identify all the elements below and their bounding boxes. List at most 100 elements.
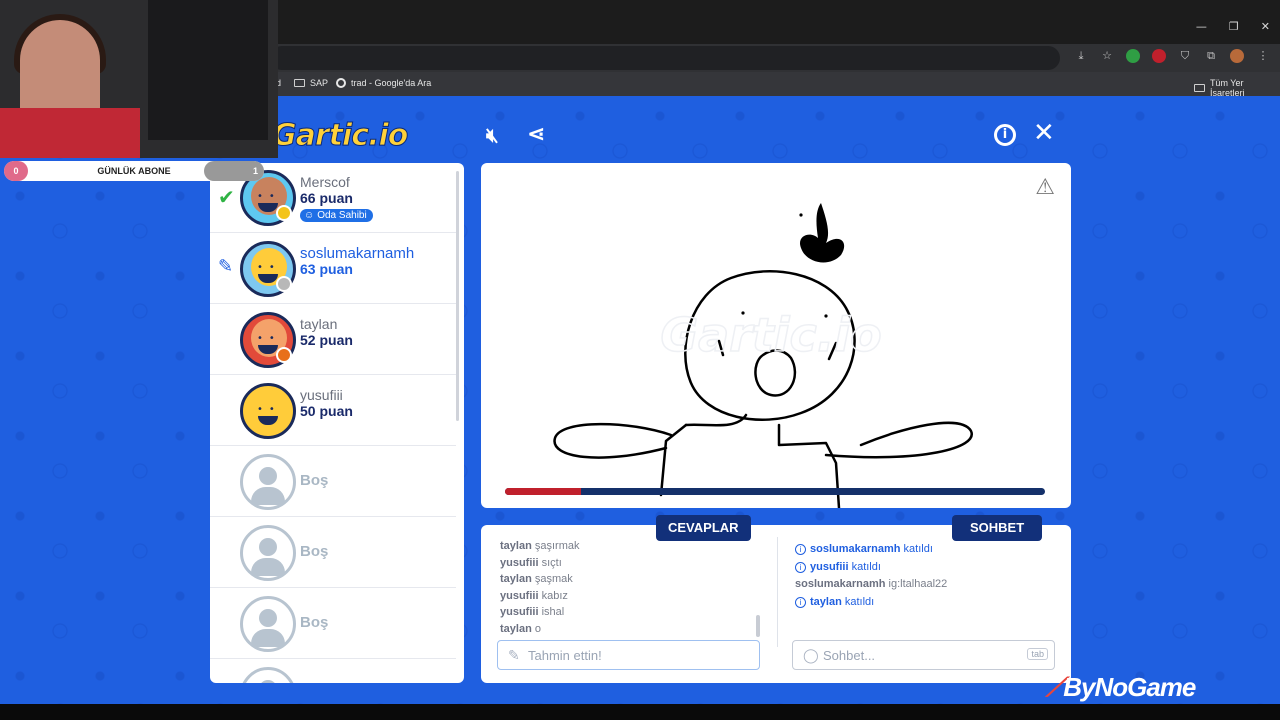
bookmark-sap[interactable]: SAP — [294, 78, 328, 88]
answer-item: taylan o — [500, 623, 760, 640]
google-icon — [336, 78, 346, 88]
answer-text: kabız — [541, 589, 568, 602]
empty-slot — [210, 660, 456, 683]
speech-bubble-icon: ◯ — [803, 647, 819, 663]
answers-scrollbar[interactable] — [756, 615, 760, 637]
minimize-icon[interactable]: — — [1196, 20, 1207, 33]
puzzle-icon[interactable]: ⧉ — [1204, 49, 1218, 63]
chat-placeholder: Sohbet... — [823, 648, 876, 663]
empty-avatar-icon — [240, 596, 296, 652]
bookmark-google-search[interactable]: trad - Google'da Ara — [336, 78, 431, 88]
extension-red-icon[interactable] — [1152, 49, 1166, 63]
close-icon[interactable]: ✕ — [1033, 118, 1055, 148]
player-name: soslumakarnamh — [300, 245, 415, 262]
drawing-arm-left — [553, 422, 673, 459]
info-icon[interactable]: i — [994, 124, 1016, 146]
message-text: katıldı — [903, 543, 933, 555]
answer-user: yusufiii — [500, 556, 539, 569]
bookmark-label: SAP — [310, 78, 329, 88]
chat-divider — [777, 537, 778, 647]
guess-input[interactable]: ✎ Tahmin ettin! — [497, 640, 760, 670]
extension-green-icon[interactable] — [1126, 49, 1140, 63]
round-timer-bar — [505, 488, 1045, 495]
drawing-body-left — [659, 423, 688, 497]
canvas-watermark: Gartic.io — [660, 308, 881, 362]
player-row[interactable]: •• yusufiii 50 puan — [210, 376, 456, 446]
message-user: soslumakarnamh — [795, 578, 886, 590]
tab-answers[interactable]: CEVAPLAR — [656, 515, 751, 541]
empty-slot-label: Boş — [300, 472, 329, 489]
answer-text: şaşırmak — [534, 540, 580, 552]
chat-panel: taylan şaşırmak yusufiii sıçtı taylan şaşm… — [481, 525, 1071, 683]
player-score: 50 puan — [300, 403, 353, 419]
drawing: Gartic.io — [553, 203, 973, 508]
empty-slot-label: Boş — [300, 614, 329, 631]
toolbar-icons: ⤓ ☆ ⛉ ⧉ ⋮ — [1074, 49, 1270, 63]
chat-messages: i soslumakarnamh katıldı i yusufiii katıldı… — [795, 543, 1065, 613]
drawing-canvas[interactable]: ⚠ Gartic.io — [481, 163, 1071, 508]
bookmark-label: Tüm Yer İşaretleri — [1209, 78, 1245, 98]
answer-text: o — [534, 622, 541, 635]
message-text: katıldı — [844, 595, 875, 608]
webcam-overlay — [0, 0, 278, 158]
answer-item: taylan şaşmak — [500, 573, 760, 590]
player-row[interactable]: ✎ •• soslumakarnamh 63 puan — [210, 234, 456, 304]
system-message: i soslumakarnamh katıldı — [795, 543, 1065, 561]
answer-text: şaşmak — [534, 573, 573, 585]
answer-user: yusufiii — [500, 606, 539, 618]
empty-avatar-icon — [240, 525, 296, 581]
answer-text: ishal — [541, 606, 565, 618]
answer-user: taylan — [500, 540, 532, 552]
answers-list: taylan şaşırmak yusufiii sıçtı taylan şaşm… — [500, 540, 760, 639]
profile-avatar[interactable] — [1230, 49, 1244, 63]
drawing-dot — [799, 213, 803, 217]
empty-slot: Boş — [210, 518, 456, 588]
answer-item: yusufiii sıçtı — [500, 557, 760, 574]
players-panel: ✔ •• Merscof 66 puan ☺ Oda Sahibi ✎ •• so… — [210, 163, 464, 683]
empty-slot-label: Boş — [300, 543, 329, 560]
message-user: soslumakarnamh — [810, 543, 901, 555]
answer-text: sıçtı — [541, 556, 562, 569]
answer-user: taylan — [500, 573, 532, 585]
window-controls: — ❐ ✕ — [1196, 20, 1270, 33]
sub-goal-current: 0 — [4, 161, 28, 181]
answer-item: yusufiii ishal — [500, 606, 760, 623]
tab-chat[interactable]: SOHBET — [952, 515, 1043, 541]
webcam-background — [148, 0, 268, 140]
player-row[interactable]: •• taylan 52 puan — [210, 305, 456, 375]
sub-goal-label: GÜNLÜK ABONE — [97, 166, 171, 176]
folder-icon — [294, 79, 305, 87]
player-name: Merscof — [300, 174, 350, 190]
status-dot — [276, 347, 292, 363]
pencil-icon: ✎ — [218, 256, 234, 277]
install-icon[interactable]: ⤓ — [1074, 49, 1088, 63]
mute-icon[interactable]: 🔇︎ — [486, 123, 499, 147]
info-icon: i — [795, 561, 806, 573]
player-name: taylan — [300, 316, 338, 332]
address-bar[interactable] — [270, 46, 1060, 70]
answer-item: taylan şaşırmak — [500, 540, 760, 557]
close-window-icon[interactable]: ✕ — [1261, 20, 1270, 33]
room-owner-badge: ☺ Oda Sahibi — [300, 209, 373, 222]
system-message: i taylan katıldı — [795, 596, 1065, 614]
message-user: taylan — [810, 595, 842, 608]
chat-input[interactable]: ◯ Sohbet... tab — [792, 640, 1055, 670]
players-scrollbar[interactable] — [456, 171, 459, 421]
chat-message: soslumakarnamh ig:ltalhaal22 — [795, 578, 1065, 596]
drawing-body-right — [777, 423, 841, 508]
menu-icon[interactable]: ⋮ — [1256, 49, 1270, 63]
star-icon[interactable]: ☆ — [1100, 49, 1114, 63]
webcam-shirt — [0, 108, 140, 158]
pencil-icon: ✎ — [508, 647, 520, 663]
message-user: yusufiii — [810, 560, 849, 573]
game-logo[interactable]: Gartic.io — [271, 118, 408, 154]
player-score: 66 puan — [300, 190, 353, 206]
sub-goal-target: 1 — [204, 161, 264, 181]
player-score: 52 puan — [300, 332, 353, 348]
smiley-icon: ☺ — [304, 210, 315, 221]
bookmark-all[interactable]: Tüm Yer İşaretleri — [1194, 78, 1280, 98]
shield-icon[interactable]: ⛉ — [1178, 49, 1192, 63]
answer-user: taylan — [500, 622, 532, 635]
restore-icon[interactable]: ❐ — [1229, 20, 1239, 33]
share-icon[interactable]: ⋖ — [527, 122, 545, 147]
